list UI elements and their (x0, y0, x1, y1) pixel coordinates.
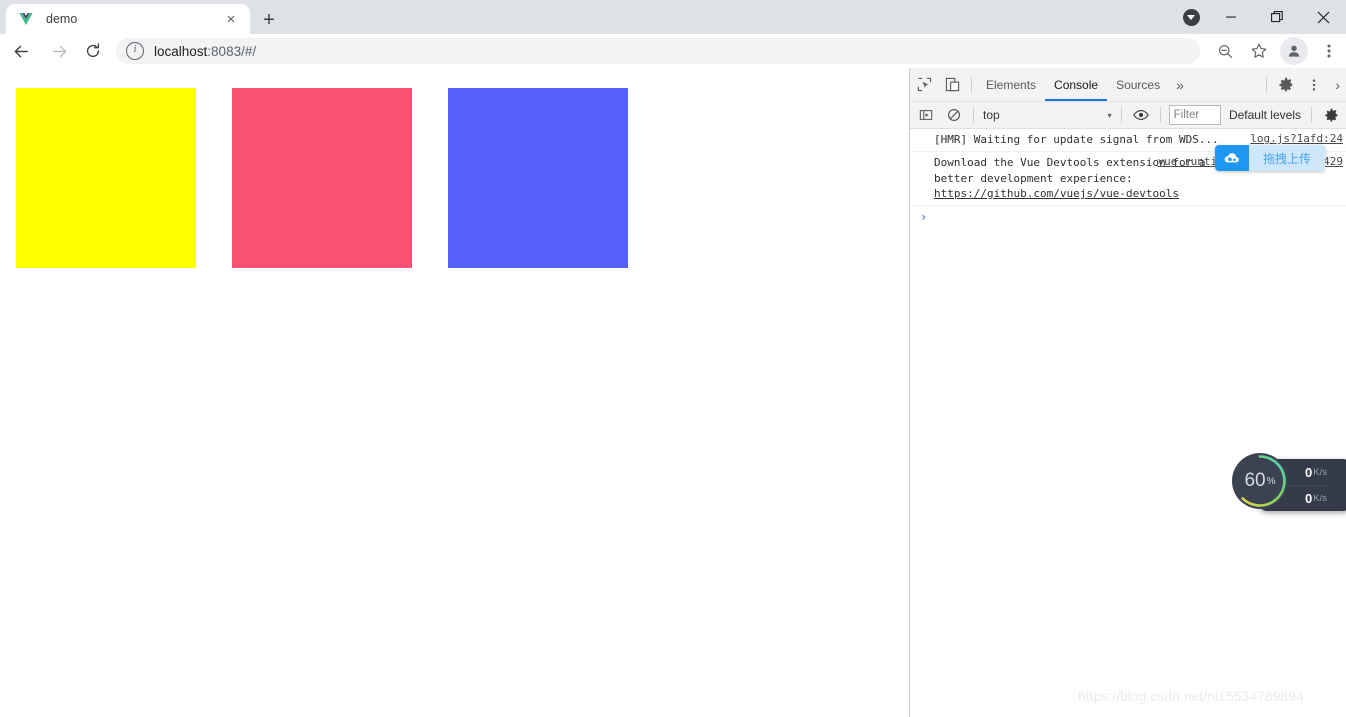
browser-tab[interactable]: demo × (6, 4, 250, 34)
browser-toolbar: i localhost:8083/#/ (0, 34, 1346, 68)
yellow-square (16, 88, 196, 268)
tab-title: demo (46, 12, 78, 26)
divider (1266, 76, 1268, 93)
download-icon[interactable] (1174, 0, 1208, 34)
console-prompt[interactable]: › (910, 206, 1346, 228)
devtools-tabbar-actions: › (1261, 71, 1346, 99)
download-rate-unit: K/s (1313, 492, 1327, 504)
new-tab-button[interactable]: + (256, 7, 282, 33)
address-bar-url: localhost:8083/#/ (154, 44, 256, 59)
devtools-tabbar: Elements Console Sources » › (910, 68, 1346, 102)
cloud-upload-icon (1215, 145, 1249, 171)
console-message-link[interactable]: https://github.com/vuejs/vue-devtools (934, 187, 1179, 200)
maximize-button[interactable] (1254, 0, 1300, 34)
divider (1311, 107, 1312, 123)
zoom-out-icon[interactable] (1208, 34, 1242, 68)
live-expression-icon[interactable] (1127, 101, 1155, 129)
avatar-icon[interactable] (1280, 37, 1308, 65)
console-filter-input[interactable]: Filter (1168, 105, 1221, 125)
reload-button[interactable] (76, 34, 110, 68)
drag-upload-badge[interactable]: 拖拽上传 (1215, 145, 1325, 171)
divider (1120, 107, 1122, 123)
cpu-usage-percent: 60 (1244, 470, 1266, 491)
tabs-overflow-icon[interactable]: » (1169, 77, 1191, 93)
page-viewport (0, 68, 909, 717)
pink-square (232, 88, 412, 268)
clear-console-icon[interactable] (940, 101, 968, 129)
inspect-element-icon[interactable] (910, 71, 938, 99)
three-dot-menu-icon[interactable] (1300, 71, 1328, 99)
console-levels-select[interactable]: Default levels (1224, 108, 1306, 122)
close-window-button[interactable] (1300, 0, 1346, 34)
divider (1159, 107, 1161, 123)
upload-rate-unit: K/s (1313, 466, 1327, 478)
browser-window: demo × + i localhost:8083/#/ Elements Co… (0, 0, 1346, 717)
browser-titlebar: demo × + (0, 0, 1346, 34)
back-button[interactable] (4, 34, 38, 68)
console-sidebar-icon[interactable] (912, 101, 940, 129)
tab-sources[interactable]: Sources (1107, 68, 1169, 101)
tab-console[interactable]: Console (1045, 68, 1107, 101)
site-info-icon[interactable]: i (126, 42, 144, 60)
system-monitor-widget[interactable]: ↑ 0 K/s ↓ 0 K/s 60 (1231, 452, 1346, 518)
close-icon[interactable]: × (220, 8, 242, 30)
console-context-select[interactable]: top ▾ (979, 106, 1116, 125)
tab-elements[interactable]: Elements (977, 68, 1045, 101)
address-bar[interactable]: i localhost:8083/#/ (116, 38, 1200, 64)
address-path: :8083/#/ (207, 43, 257, 59)
console-message-source[interactable]: log.js?1afd:24 (1250, 132, 1343, 145)
blue-square (448, 88, 628, 268)
cpu-usage-label: 60 % (1231, 452, 1289, 510)
close-devtools-icon[interactable]: › (1328, 77, 1346, 93)
forward-button[interactable] (42, 34, 76, 68)
chevron-down-icon: ▾ (1107, 110, 1112, 120)
console-prompt-caret: › (920, 209, 928, 224)
gear-icon[interactable] (1272, 71, 1300, 99)
divider (971, 76, 972, 93)
star-icon[interactable] (1242, 34, 1276, 68)
drag-upload-label: 拖拽上传 (1249, 145, 1325, 171)
watermark: https://blog.csdn.net/ni15534789894 (1078, 688, 1304, 704)
console-toolbar: top ▾ Filter Default levels (910, 102, 1346, 129)
vue-logo-icon (18, 11, 34, 27)
download-rate-value: 0 (1305, 490, 1313, 506)
address-host: localhost (154, 43, 208, 59)
cpu-usage-dial: 60 % (1231, 452, 1289, 510)
minimize-button[interactable] (1208, 0, 1254, 34)
console-settings-icon[interactable] (1317, 101, 1345, 129)
console-context-value: top (983, 108, 1000, 122)
cpu-usage-unit: % (1266, 475, 1276, 487)
toolbar-actions (1208, 34, 1346, 68)
divider (973, 107, 974, 123)
console-messages[interactable]: [HMR] Waiting for update signal from WDS… (910, 129, 1346, 717)
three-dot-menu-icon[interactable] (1312, 34, 1346, 68)
upload-rate-value: 0 (1305, 464, 1313, 480)
device-toolbar-icon[interactable] (938, 71, 966, 99)
color-square-row (16, 88, 664, 268)
window-controls (1174, 0, 1346, 34)
